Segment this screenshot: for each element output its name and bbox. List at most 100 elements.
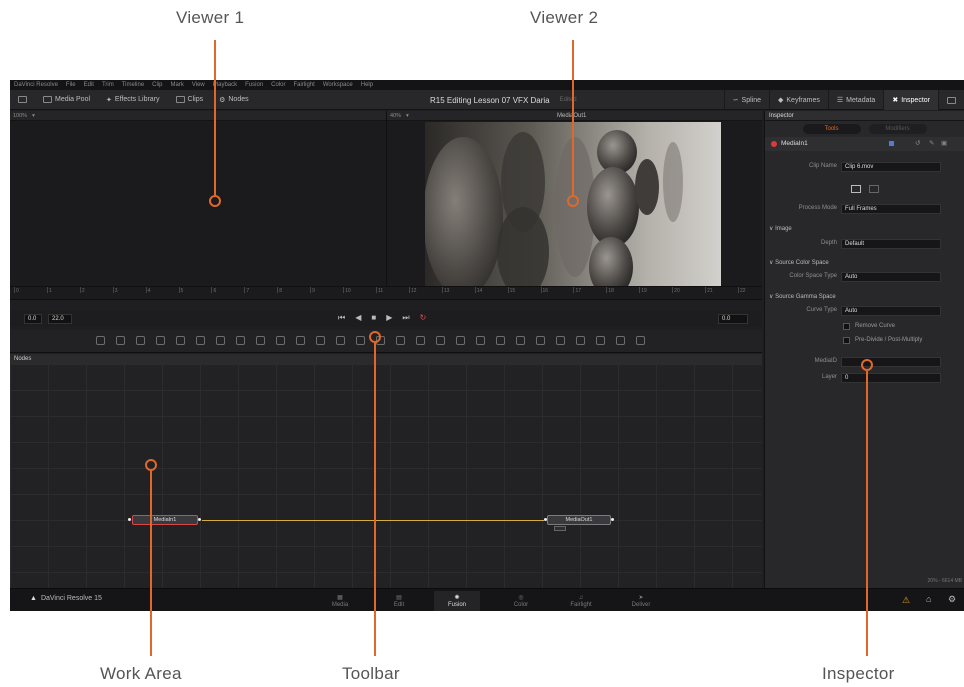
- planar-tracker-icon[interactable]: [496, 336, 505, 345]
- spline-tab[interactable]: ∽ Spline: [723, 90, 769, 110]
- nodes-button[interactable]: ⚙ Nodes: [211, 90, 257, 110]
- page-color-button[interactable]: ◎ Color: [498, 591, 544, 611]
- source-color-space-header[interactable]: ∨ Source Color Space: [769, 259, 829, 266]
- matte-control-icon[interactable]: [316, 336, 325, 345]
- end-time-field[interactable]: 22.0: [48, 314, 72, 324]
- viewer-indicator[interactable]: [554, 526, 566, 531]
- loop-icon[interactable]: ↻: [420, 313, 427, 323]
- mediain-node[interactable]: MediaIn1: [132, 515, 198, 525]
- pick-icon[interactable]: ✎: [929, 139, 934, 147]
- source-gamma-space-header[interactable]: ∨ Source Gamma Space: [769, 293, 836, 300]
- rectangle-mask-icon[interactable]: [396, 336, 405, 345]
- image-section-header[interactable]: ∨ Image: [769, 225, 792, 232]
- layout-toggle-button[interactable]: [938, 90, 964, 110]
- image-settings-icon[interactable]: [851, 185, 861, 193]
- transform-tool-icon[interactable]: [336, 336, 345, 345]
- menu-item[interactable]: File: [66, 82, 76, 88]
- spot-light-icon[interactable]: [636, 336, 645, 345]
- inspector-tab[interactable]: ✖ Inspector: [883, 90, 938, 110]
- particle-emitter-icon[interactable]: [516, 336, 525, 345]
- current-frame-field[interactable]: 0.0: [718, 314, 748, 324]
- clip-name-field[interactable]: Clip 6.mov: [841, 162, 941, 172]
- menu-item[interactable]: Fusion: [245, 82, 263, 88]
- node-connection-line[interactable]: [202, 520, 544, 521]
- menu-item[interactable]: DaVinci Resolve: [14, 82, 58, 88]
- depth-select[interactable]: Default: [841, 239, 941, 249]
- tracker-icon[interactable]: [476, 336, 485, 345]
- timeline-ruler[interactable]: 0 1 2 3 4 5 6 7 8 9 10 11 12 13 14 15 16 17 18 19 20 21 22: [10, 286, 762, 300]
- menu-item[interactable]: Trim: [102, 82, 114, 88]
- color-corrector-icon[interactable]: [196, 336, 205, 345]
- play-forward-icon[interactable]: ▶: [386, 313, 392, 323]
- merge3d-icon[interactable]: [576, 336, 585, 345]
- blur-tool-icon[interactable]: [176, 336, 185, 345]
- bspline-mask-icon[interactable]: [456, 336, 465, 345]
- merge-tool-icon[interactable]: [276, 336, 285, 345]
- menu-item[interactable]: View: [192, 82, 205, 88]
- background-tool-icon[interactable]: [96, 336, 105, 345]
- shape3d-icon[interactable]: [536, 336, 545, 345]
- paint-tool-icon[interactable]: [116, 336, 125, 345]
- process-mode-select[interactable]: Full Frames: [841, 204, 941, 214]
- pre-divide-checkbox[interactable]: [843, 337, 850, 344]
- viewer-divider[interactable]: [386, 111, 387, 286]
- image-plane-icon[interactable]: [616, 336, 625, 345]
- metadata-tab[interactable]: ☰ Metadata: [827, 90, 883, 110]
- page-fusion-button[interactable]: ✺ Fusion: [434, 591, 480, 611]
- home-icon[interactable]: ⌂: [926, 594, 931, 604]
- clips-button[interactable]: Clips: [168, 90, 212, 110]
- lock-icon[interactable]: ▣: [941, 139, 947, 147]
- viewer1[interactable]: [10, 121, 386, 286]
- channel-boolean-icon[interactable]: [296, 336, 305, 345]
- menu-item[interactable]: Workspace: [323, 82, 353, 88]
- viewer1-zoom[interactable]: 100%: [13, 113, 27, 119]
- viewer2-options-icon[interactable]: ▾: [406, 113, 409, 119]
- node-output-port[interactable]: [198, 518, 201, 521]
- curve-type-select[interactable]: Auto: [841, 306, 941, 316]
- warning-icon[interactable]: ⚠: [902, 595, 910, 606]
- menu-item[interactable]: Edit: [84, 82, 94, 88]
- reset-icon[interactable]: ↺: [915, 139, 920, 147]
- node-output-port[interactable]: [611, 518, 614, 521]
- layer-select[interactable]: 0: [841, 373, 941, 383]
- camera3d-icon[interactable]: [556, 336, 565, 345]
- node-input-port[interactable]: [128, 518, 131, 521]
- audio-settings-icon[interactable]: [869, 185, 879, 193]
- tools-tab[interactable]: Tools: [802, 124, 861, 134]
- renderer3d-icon[interactable]: [596, 336, 605, 345]
- node-enabled-icon[interactable]: [771, 141, 777, 147]
- keyframes-tab[interactable]: ◆ Keyframes: [769, 90, 828, 110]
- remove-curve-checkbox[interactable]: [843, 323, 850, 330]
- panel-toggle-button[interactable]: [10, 90, 35, 110]
- node-work-area[interactable]: MediaIn1 MediaOut1: [10, 364, 762, 588]
- modifiers-tab[interactable]: Modifiers: [868, 124, 927, 134]
- menu-item[interactable]: Fairlight: [293, 82, 314, 88]
- page-edit-button[interactable]: ▤ Edit: [376, 591, 422, 611]
- menu-item[interactable]: Clip: [152, 82, 162, 88]
- text-tool-icon[interactable]: [136, 336, 145, 345]
- glow-tool-icon[interactable]: [236, 336, 245, 345]
- menu-item[interactable]: Mark: [171, 82, 184, 88]
- stop-icon[interactable]: ■: [371, 313, 376, 323]
- color-space-type-select[interactable]: Auto: [841, 272, 941, 282]
- go-to-end-icon[interactable]: ⏭: [402, 313, 409, 323]
- menu-item[interactable]: Help: [361, 82, 373, 88]
- brush-tool-icon[interactable]: [156, 336, 165, 345]
- viewer1-options-icon[interactable]: ▾: [32, 113, 35, 119]
- start-time-field[interactable]: 0.0: [24, 314, 42, 324]
- ellipse-mask-icon[interactable]: [416, 336, 425, 345]
- effects-library-button[interactable]: ✦ Effects Library: [98, 90, 168, 110]
- color-curves-icon[interactable]: [216, 336, 225, 345]
- node-color-icon[interactable]: [889, 141, 894, 146]
- page-deliver-button[interactable]: ➤ Deliver: [618, 591, 664, 611]
- light-tool-icon[interactable]: [256, 336, 265, 345]
- page-fairlight-button[interactable]: ♫ Fairlight: [558, 591, 604, 611]
- media-id-field[interactable]: [841, 357, 941, 367]
- page-media-button[interactable]: ▦ Media: [317, 591, 363, 611]
- crop-tool-icon[interactable]: [356, 336, 365, 345]
- menu-item[interactable]: Timeline: [122, 82, 144, 88]
- play-reverse-icon[interactable]: ◀: [355, 313, 361, 323]
- media-pool-button[interactable]: Media Pool: [35, 90, 98, 110]
- mediaout-node[interactable]: MediaOut1: [547, 515, 611, 525]
- settings-icon[interactable]: ⚙: [948, 594, 956, 605]
